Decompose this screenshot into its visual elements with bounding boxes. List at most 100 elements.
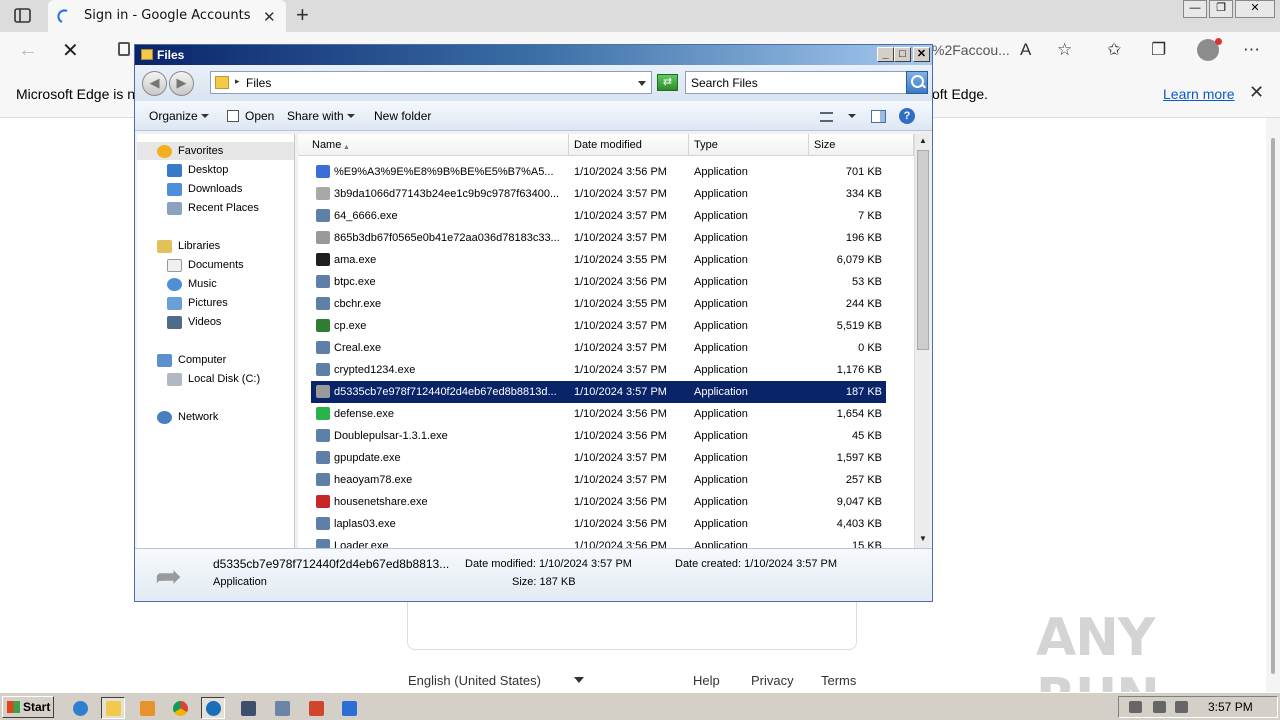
forward-arrow-icon[interactable]: ▶ (169, 71, 194, 96)
close-button[interactable]: ✕ (913, 47, 930, 62)
file-row[interactable]: cp.exe 1/10/2024 3:57 PM Application 5,519 … (311, 315, 886, 337)
taskbar-explorer-icon[interactable] (101, 697, 125, 719)
taskbar-edge-icon[interactable] (201, 697, 225, 719)
file-row[interactable]: 3b9da1066d77143b24ee1c9b9c9787f63400... 1… (311, 183, 886, 205)
minimize-button[interactable]: — (1183, 0, 1207, 18)
taskbar-chrome-icon[interactable] (168, 697, 192, 719)
more-menu-icon[interactable]: ⋯ (1243, 40, 1260, 60)
tab-close-icon[interactable]: ✕ (263, 8, 276, 26)
scroll-up-icon[interactable]: ▲ (917, 136, 929, 148)
views-icon[interactable] (820, 112, 833, 122)
taskbar-ie-icon[interactable] (68, 697, 92, 719)
page-scrollbar-thumb[interactable] (1271, 138, 1275, 674)
breadcrumb-separator-icon[interactable]: ▸ (235, 76, 240, 87)
file-list-pane[interactable]: Name ▲ Date modified Type Size %E9%A3%9E%… (298, 134, 930, 548)
nav-item-music[interactable]: Music (167, 275, 217, 293)
chevron-down-icon[interactable] (574, 677, 584, 683)
file-row[interactable]: Creal.exe 1/10/2024 3:57 PM Application 0 K… (311, 337, 886, 359)
breadcrumb-files[interactable]: Files (246, 76, 271, 90)
learn-more-link[interactable]: Learn more (1163, 86, 1235, 102)
open-button[interactable]: Open (245, 109, 274, 123)
organize-button[interactable]: Organize (149, 109, 198, 123)
new-tab-button[interactable]: + (296, 4, 309, 26)
help-link[interactable]: Help (693, 673, 720, 688)
stop-loading-icon[interactable]: ✕ (62, 38, 79, 63)
lock-icon[interactable] (118, 42, 130, 56)
start-button[interactable]: Start (2, 696, 54, 718)
search-box[interactable] (685, 71, 907, 94)
profile-avatar-icon[interactable] (1197, 38, 1222, 61)
file-row[interactable]: cbchr.exe 1/10/2024 3:55 PM Application 244… (311, 293, 886, 315)
navigation-pane[interactable]: Favorites Desktop Downloads Recent Place… (137, 134, 295, 548)
nav-item-videos[interactable]: Videos (167, 313, 221, 331)
file-row[interactable]: housenetshare.exe 1/10/2024 3:56 PM Applic… (311, 491, 886, 513)
file-row[interactable]: defense.exe 1/10/2024 3:56 PM Application 1… (311, 403, 886, 425)
file-row[interactable]: %E9%A3%9E%E8%9B%BE%E5%B7%A5... 1/10/2024 … (311, 161, 886, 183)
taskbar-app-icon[interactable] (236, 697, 260, 719)
collections-icon[interactable]: ❐ (1151, 40, 1166, 60)
address-bar-url[interactable]: %2Faccou... (932, 42, 1010, 58)
chevron-down-icon[interactable] (201, 114, 209, 118)
nav-item-recent-places[interactable]: Recent Places (167, 199, 259, 217)
new-folder-button[interactable]: New folder (374, 109, 431, 123)
taskbar-app-icon[interactable] (337, 697, 361, 719)
file-row[interactable]: laplas03.exe 1/10/2024 3:56 PM Application… (311, 513, 886, 535)
nav-item-documents[interactable]: Documents (167, 256, 244, 274)
nav-item-libraries[interactable]: Libraries (157, 237, 220, 255)
page-scrollbar[interactable] (1266, 118, 1280, 692)
chevron-down-icon[interactable] (638, 81, 646, 86)
help-icon[interactable]: ? (899, 108, 915, 124)
file-row[interactable]: heaoyam78.exe 1/10/2024 3:57 PM Applicatio… (311, 469, 886, 491)
tab-google-signin[interactable]: Sign in - Google Accounts ✕ (48, 0, 286, 32)
close-window-button[interactable]: ✕ (1235, 0, 1275, 18)
language-selector[interactable]: English (United States) (408, 673, 541, 688)
taskbar-media-player-icon[interactable] (135, 697, 159, 719)
maximize-button[interactable]: □ (894, 47, 911, 62)
network-icon[interactable] (1153, 701, 1166, 713)
nav-item-desktop[interactable]: Desktop (167, 161, 228, 179)
read-aloud-icon[interactable]: A (1020, 40, 1031, 60)
scroll-down-icon[interactable]: ▼ (917, 534, 929, 546)
nav-item-downloads[interactable]: Downloads (167, 180, 242, 198)
file-row[interactable]: Loader.exe 1/10/2024 3:56 PM Application 15… (311, 535, 886, 548)
back-arrow-icon[interactable]: ◀ (142, 71, 167, 96)
volume-icon[interactable] (1129, 701, 1142, 713)
file-row[interactable]: crypted1234.exe 1/10/2024 3:57 PM Applicat… (311, 359, 886, 381)
address-bar[interactable]: ▸ Files (210, 71, 652, 94)
add-favorite-icon[interactable]: ☆ (1057, 40, 1072, 60)
restore-button[interactable]: ❐ (1209, 0, 1233, 18)
nav-item-computer[interactable]: Computer (157, 351, 226, 369)
nav-item-favorites[interactable]: Favorites (157, 142, 223, 160)
infobar-close-icon[interactable]: ✕ (1249, 82, 1264, 103)
tab-actions-icon[interactable] (12, 6, 34, 26)
chevron-down-icon[interactable] (848, 114, 856, 118)
nav-item-pictures[interactable]: Pictures (167, 294, 228, 312)
action-center-icon[interactable] (1175, 701, 1188, 713)
favorites-icon[interactable]: ✩ (1107, 40, 1121, 60)
minimize-button[interactable]: _ (877, 47, 894, 62)
file-row[interactable]: gpupdate.exe 1/10/2024 3:57 PM Application… (311, 447, 886, 469)
explorer-titlebar[interactable]: Files _ □ ✕ (135, 45, 932, 65)
file-row[interactable]: btpc.exe 1/10/2024 3:56 PM Application 53 K… (311, 271, 886, 293)
refresh-icon[interactable]: ⇄ (657, 74, 678, 91)
file-list-scrollbar[interactable]: ▲ ▼ (914, 134, 930, 548)
share-with-button[interactable]: Share with (287, 109, 344, 123)
file-row[interactable]: 865b3db67f0565e0b41e72aa036d78183c33... 1… (311, 227, 886, 249)
search-input[interactable] (691, 73, 891, 92)
chevron-down-icon[interactable] (347, 114, 355, 118)
scrollbar-thumb[interactable] (917, 150, 929, 350)
taskbar-clock[interactable]: 3:57 PM (1208, 700, 1253, 714)
search-icon[interactable] (906, 71, 928, 94)
taskbar-app-icon[interactable] (270, 697, 294, 719)
file-row[interactable]: d5335cb7e978f712440f2d4eb67ed8b8813d... 1… (311, 381, 886, 403)
file-row[interactable]: Doublepulsar-1.3.1.exe 1/10/2024 3:56 PM A… (311, 425, 886, 447)
preview-pane-icon[interactable] (871, 110, 886, 123)
file-row[interactable]: 64_6666.exe 1/10/2024 3:57 PM Application 7… (311, 205, 886, 227)
back-arrow-icon[interactable]: ← (18, 39, 38, 62)
nav-item-network[interactable]: Network (157, 408, 218, 426)
terms-link[interactable]: Terms (821, 673, 856, 688)
nav-item-local-disk[interactable]: Local Disk (C:) (167, 370, 260, 388)
file-row[interactable]: ama.exe 1/10/2024 3:55 PM Application 6,079… (311, 249, 886, 271)
privacy-link[interactable]: Privacy (751, 673, 794, 688)
taskbar-app-icon[interactable] (304, 697, 328, 719)
